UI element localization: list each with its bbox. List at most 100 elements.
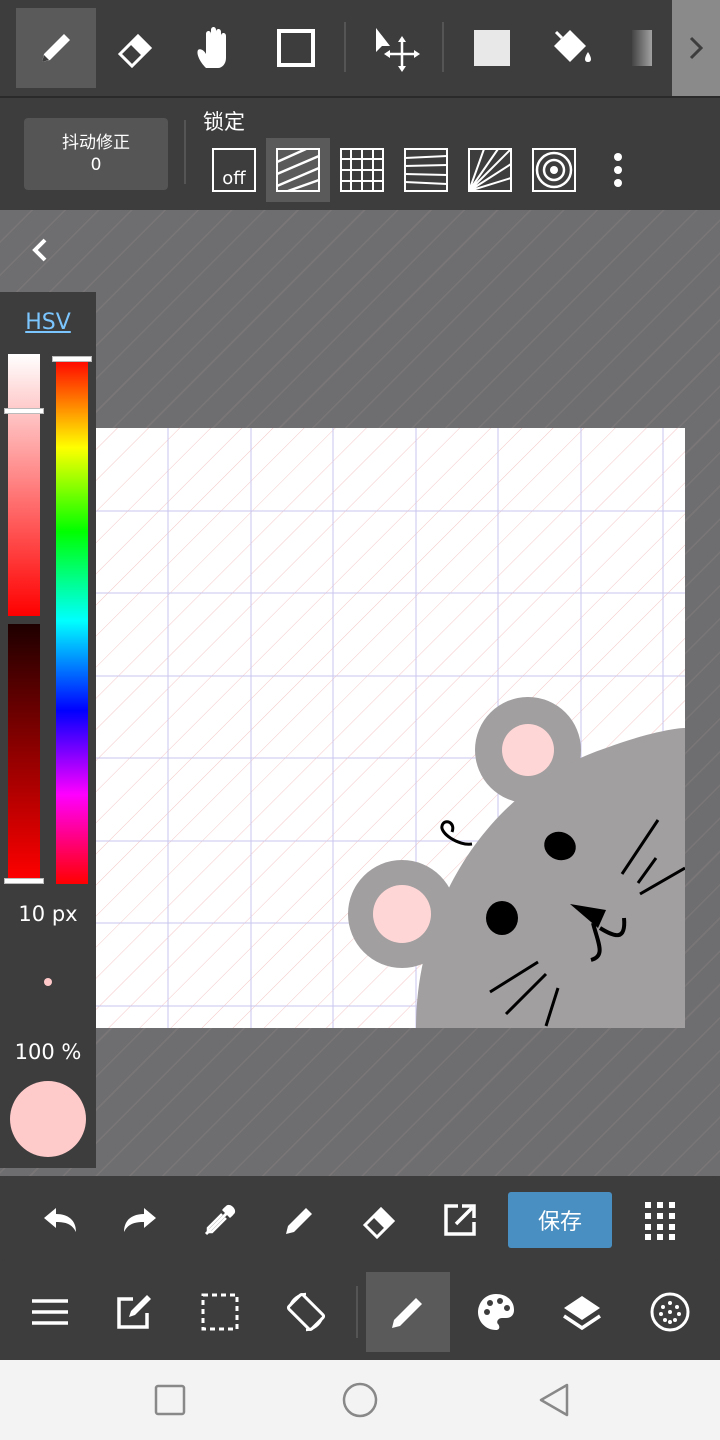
collapse-panel-button[interactable]: [24, 234, 56, 266]
ruler-parallel-button[interactable]: [266, 138, 330, 202]
bottom-nav: [0, 1264, 720, 1360]
material-tab[interactable]: [628, 1272, 712, 1352]
saturation-handle[interactable]: [4, 408, 44, 414]
pen-shortcut-button[interactable]: [272, 1192, 328, 1248]
brush-tab[interactable]: [366, 1272, 450, 1352]
eyedropper-button[interactable]: [192, 1192, 248, 1248]
ruler-radial-button[interactable]: [458, 138, 522, 202]
rotate-icon: [286, 1292, 326, 1332]
edit-button[interactable]: [92, 1272, 176, 1352]
toolbar-scroll-right-button[interactable]: [672, 0, 720, 96]
hand-icon: [197, 27, 226, 68]
fill-rect-tool-button[interactable]: [452, 8, 532, 88]
move-select-icon: [376, 28, 420, 72]
selection-icon: [201, 1293, 239, 1331]
pen-tool-button[interactable]: [16, 8, 96, 88]
brush-preview: [44, 978, 52, 986]
redo-button[interactable]: [112, 1192, 168, 1248]
brush-icon: [392, 1298, 422, 1328]
stabilizer-value: 0: [90, 155, 102, 175]
ruler-concentric-button[interactable]: [522, 138, 586, 202]
main-menu-button[interactable]: [8, 1272, 92, 1352]
layers-tab[interactable]: [540, 1272, 624, 1352]
hue-slider[interactable]: [56, 358, 88, 884]
eraser-shortcut-button[interactable]: [352, 1192, 408, 1248]
value-slider[interactable]: [8, 624, 40, 880]
edit-icon: [117, 1295, 151, 1329]
toolbar-divider: [344, 22, 346, 72]
rotate-canvas-button[interactable]: [264, 1272, 348, 1352]
ruler-bar: 抖动修正 0 锁定 off: [0, 98, 720, 210]
grid-menu-icon: [645, 1202, 675, 1240]
pen-icon: [42, 34, 70, 62]
current-color-swatch[interactable]: [10, 1081, 86, 1157]
selection-button[interactable]: [178, 1272, 262, 1352]
grid-ruler-icon: [340, 148, 384, 192]
stabilizer-button[interactable]: 抖动修正 0: [24, 118, 168, 190]
eraser-tool-button[interactable]: [96, 8, 176, 88]
back-button[interactable]: [530, 1376, 578, 1424]
nav-divider: [356, 1286, 358, 1338]
toolbar-divider: [442, 22, 444, 72]
hue-handle[interactable]: [52, 356, 92, 362]
vertical-dots-icon: [614, 153, 622, 187]
square-icon: [154, 1384, 186, 1416]
lock-label: 锁定: [203, 110, 245, 134]
eraser-icon: [362, 1206, 396, 1239]
radial-ruler-icon: [468, 148, 512, 192]
undo-button[interactable]: [32, 1192, 88, 1248]
ruler-off-icon: off: [212, 148, 256, 192]
export-button[interactable]: [432, 1192, 488, 1248]
eyedropper-icon: [204, 1204, 236, 1236]
shape-tool-button[interactable]: [256, 8, 336, 88]
gradient-tool-button[interactable]: [612, 8, 672, 88]
system-navigation-bar: [0, 1360, 720, 1440]
gradient-icon: [632, 30, 652, 66]
circle-icon: [342, 1382, 378, 1418]
home-button[interactable]: [336, 1376, 384, 1424]
top-toolbar: [0, 0, 720, 98]
chevron-right-icon: [689, 36, 704, 60]
palette-icon: [478, 1294, 514, 1330]
more-actions-button[interactable]: [632, 1192, 688, 1248]
undo-icon: [44, 1208, 76, 1232]
ruler-more-button[interactable]: [586, 138, 650, 202]
color-mode-link[interactable]: HSV: [0, 310, 96, 335]
rectangle-icon: [277, 29, 315, 67]
canvas-artwork: [86, 428, 685, 1028]
perspective-ruler-icon: [404, 148, 448, 192]
paint-bucket-icon: [554, 30, 591, 62]
chevron-left-icon: [32, 238, 47, 262]
opacity-value[interactable]: 100 %: [0, 1040, 96, 1064]
color-panel: HSV 10 px 100 %: [0, 292, 96, 1168]
triangle-back-icon: [539, 1383, 569, 1417]
ruler-divider: [184, 120, 186, 184]
ruler-off-button[interactable]: off: [202, 138, 266, 202]
transform-tool-button[interactable]: [356, 8, 436, 88]
recents-button[interactable]: [146, 1376, 194, 1424]
parallel-ruler-icon: [276, 148, 320, 192]
brush-size-value[interactable]: 10 px: [0, 902, 96, 926]
ruler-grid-button[interactable]: [330, 138, 394, 202]
concentric-ruler-icon: [532, 148, 576, 192]
bucket-tool-button[interactable]: [532, 8, 612, 88]
action-bar: 保存: [4, 1176, 716, 1262]
hand-tool-button[interactable]: [176, 8, 256, 88]
saturation-slider[interactable]: [8, 354, 40, 616]
menu-icon: [32, 1299, 68, 1325]
drawing-canvas[interactable]: [86, 428, 685, 1028]
filled-square-icon: [474, 30, 510, 66]
save-button[interactable]: 保存: [508, 1192, 612, 1248]
eraser-icon: [117, 33, 153, 69]
layers-icon: [563, 1296, 601, 1331]
ruler-perspective-button[interactable]: [394, 138, 458, 202]
pen-icon: [286, 1208, 312, 1234]
stabilizer-label: 抖动修正: [62, 133, 130, 153]
ruler-off-label: off: [222, 168, 246, 189]
color-tab[interactable]: [454, 1272, 538, 1352]
workspace[interactable]: [0, 210, 720, 1176]
export-icon: [444, 1204, 476, 1236]
value-handle[interactable]: [4, 878, 44, 884]
material-icon: [650, 1292, 690, 1332]
redo-icon: [124, 1208, 156, 1232]
